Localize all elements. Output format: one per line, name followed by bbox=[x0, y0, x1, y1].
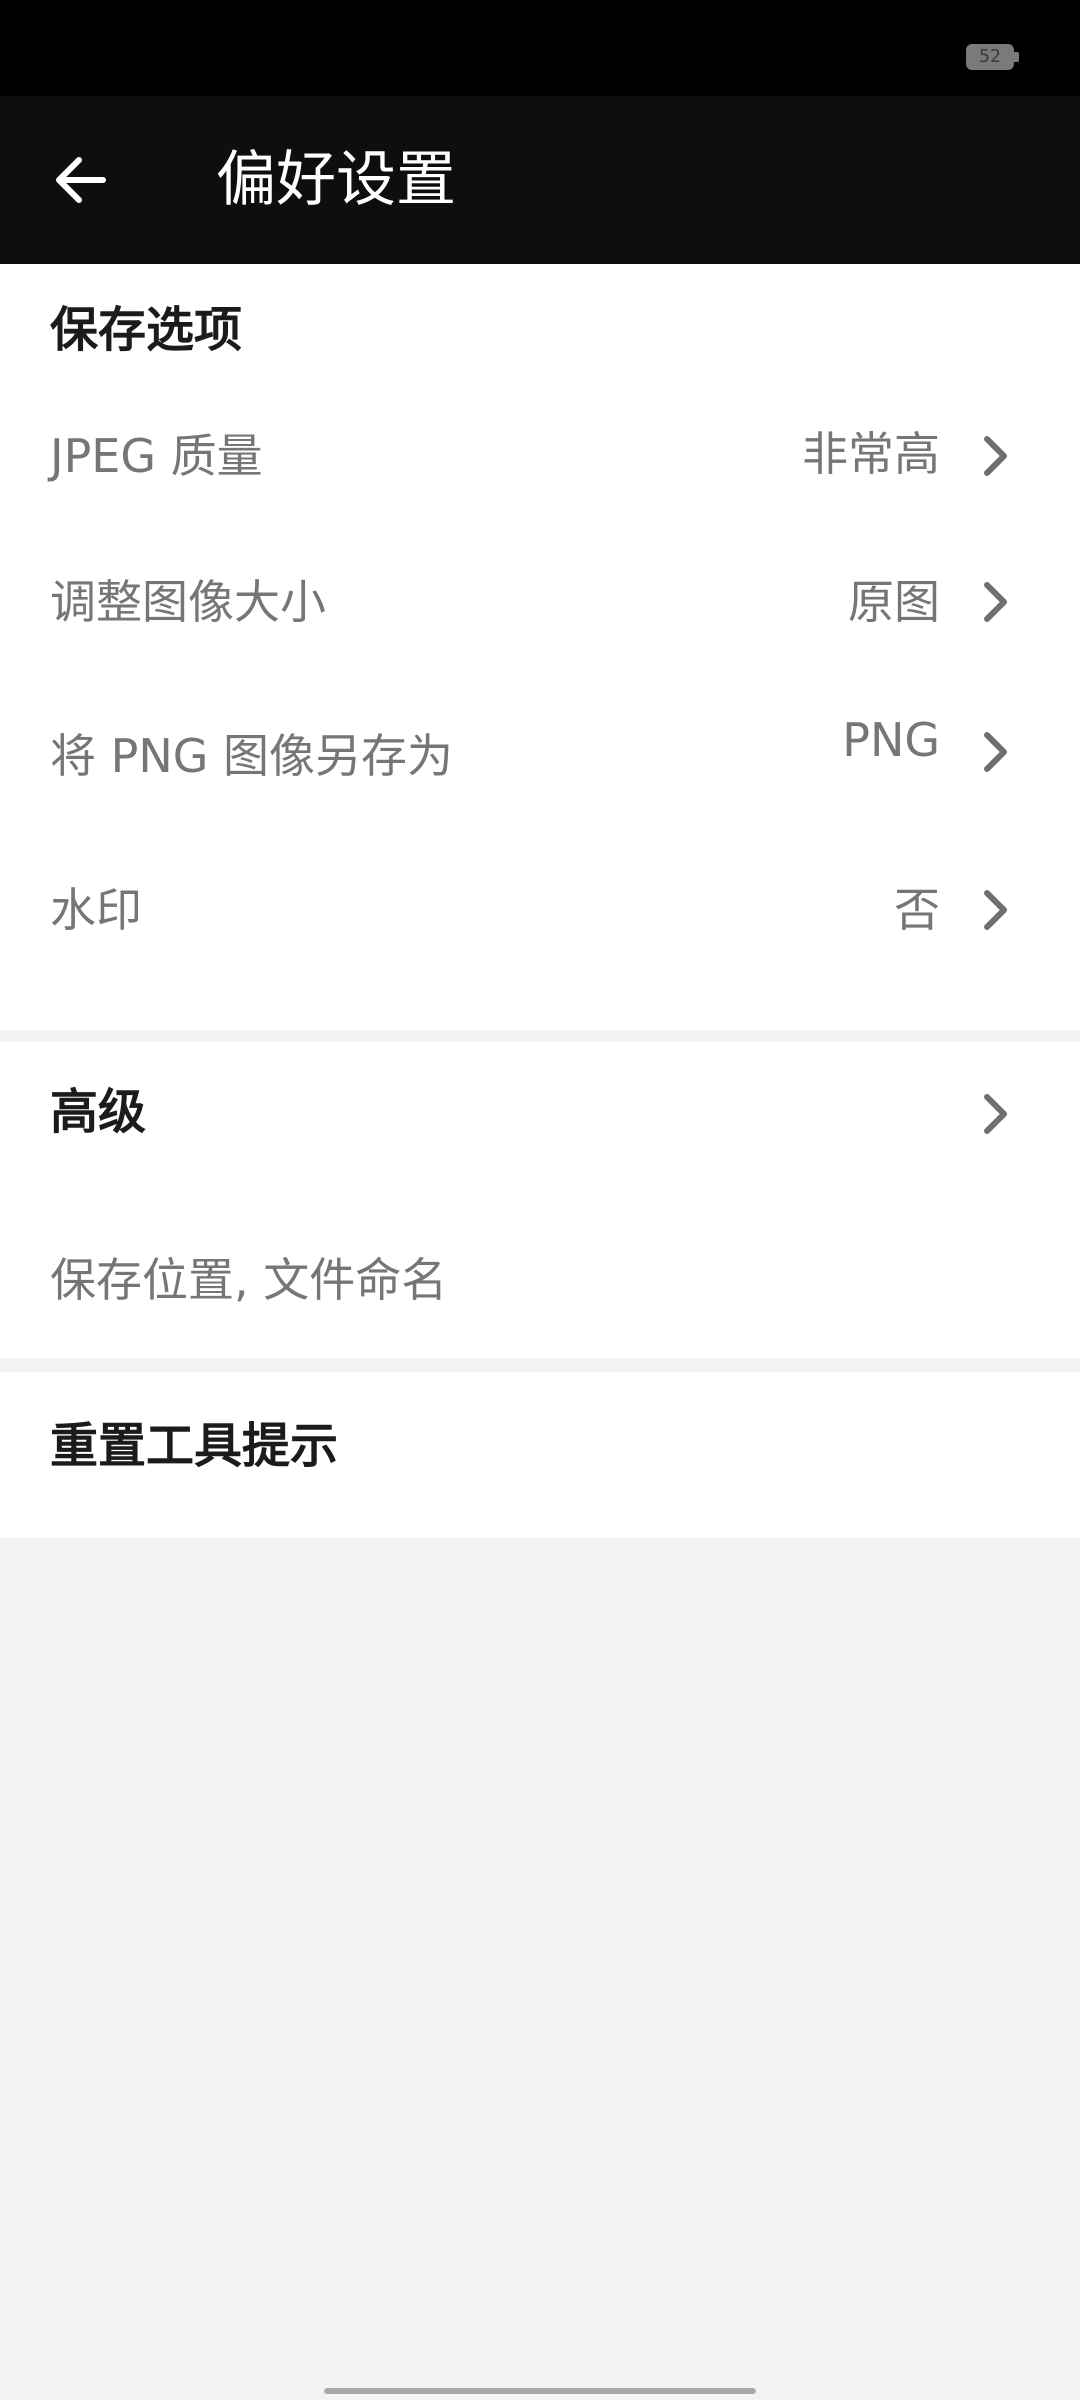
back-button[interactable] bbox=[40, 140, 120, 220]
watermark-label: 水印 bbox=[50, 883, 142, 937]
jpeg-quality-row[interactable]: JPEG 质量 非常高 bbox=[0, 368, 1080, 518]
reset-tooltips-label: 重置工具提示 bbox=[50, 1418, 339, 1474]
png-save-as-label: 将 PNG 图像另存为 bbox=[50, 729, 454, 783]
chevron-right-icon bbox=[984, 436, 1007, 476]
arrow-left-icon bbox=[56, 157, 106, 203]
advanced-header: 高级 bbox=[50, 1084, 147, 1140]
save-options-header: 保存选项 bbox=[50, 302, 243, 358]
jpeg-quality-label: JPEG 质量 bbox=[50, 429, 263, 483]
battery-icon: 52 bbox=[966, 44, 1019, 70]
reset-tooltips-row[interactable]: 重置工具提示 bbox=[0, 1372, 1080, 1538]
resize-image-row[interactable]: 调整图像大小 原图 bbox=[0, 518, 1080, 668]
advanced-section[interactable]: 高级 保存位置, 文件命名 bbox=[0, 1042, 1080, 1358]
advanced-subtitle: 保存位置, 文件命名 bbox=[50, 1253, 448, 1307]
png-save-as-row[interactable]: 将 PNG 图像另存为 PNG bbox=[0, 668, 1080, 818]
status-bar: 52 bbox=[0, 0, 1080, 96]
watermark-value: 否 bbox=[894, 883, 940, 937]
watermark-row[interactable]: 水印 否 bbox=[0, 828, 1080, 978]
jpeg-quality-value: 非常高 bbox=[802, 427, 940, 481]
resize-image-label: 调整图像大小 bbox=[50, 575, 326, 629]
chevron-right-icon bbox=[984, 890, 1007, 930]
chevron-right-icon bbox=[984, 582, 1007, 622]
resize-image-value: 原图 bbox=[848, 575, 940, 629]
png-save-as-value: PNG bbox=[842, 713, 940, 767]
home-indicator[interactable] bbox=[324, 2388, 756, 2394]
save-options-section: 保存选项 JPEG 质量 非常高 调整图像大小 原图 将 PNG 图像另存为 P… bbox=[0, 264, 1080, 1030]
chevron-right-icon bbox=[984, 732, 1007, 772]
chevron-right-icon bbox=[984, 1094, 1007, 1134]
page-title: 偏好设置 bbox=[216, 145, 456, 215]
app-bar: 偏好设置 bbox=[0, 96, 1080, 264]
